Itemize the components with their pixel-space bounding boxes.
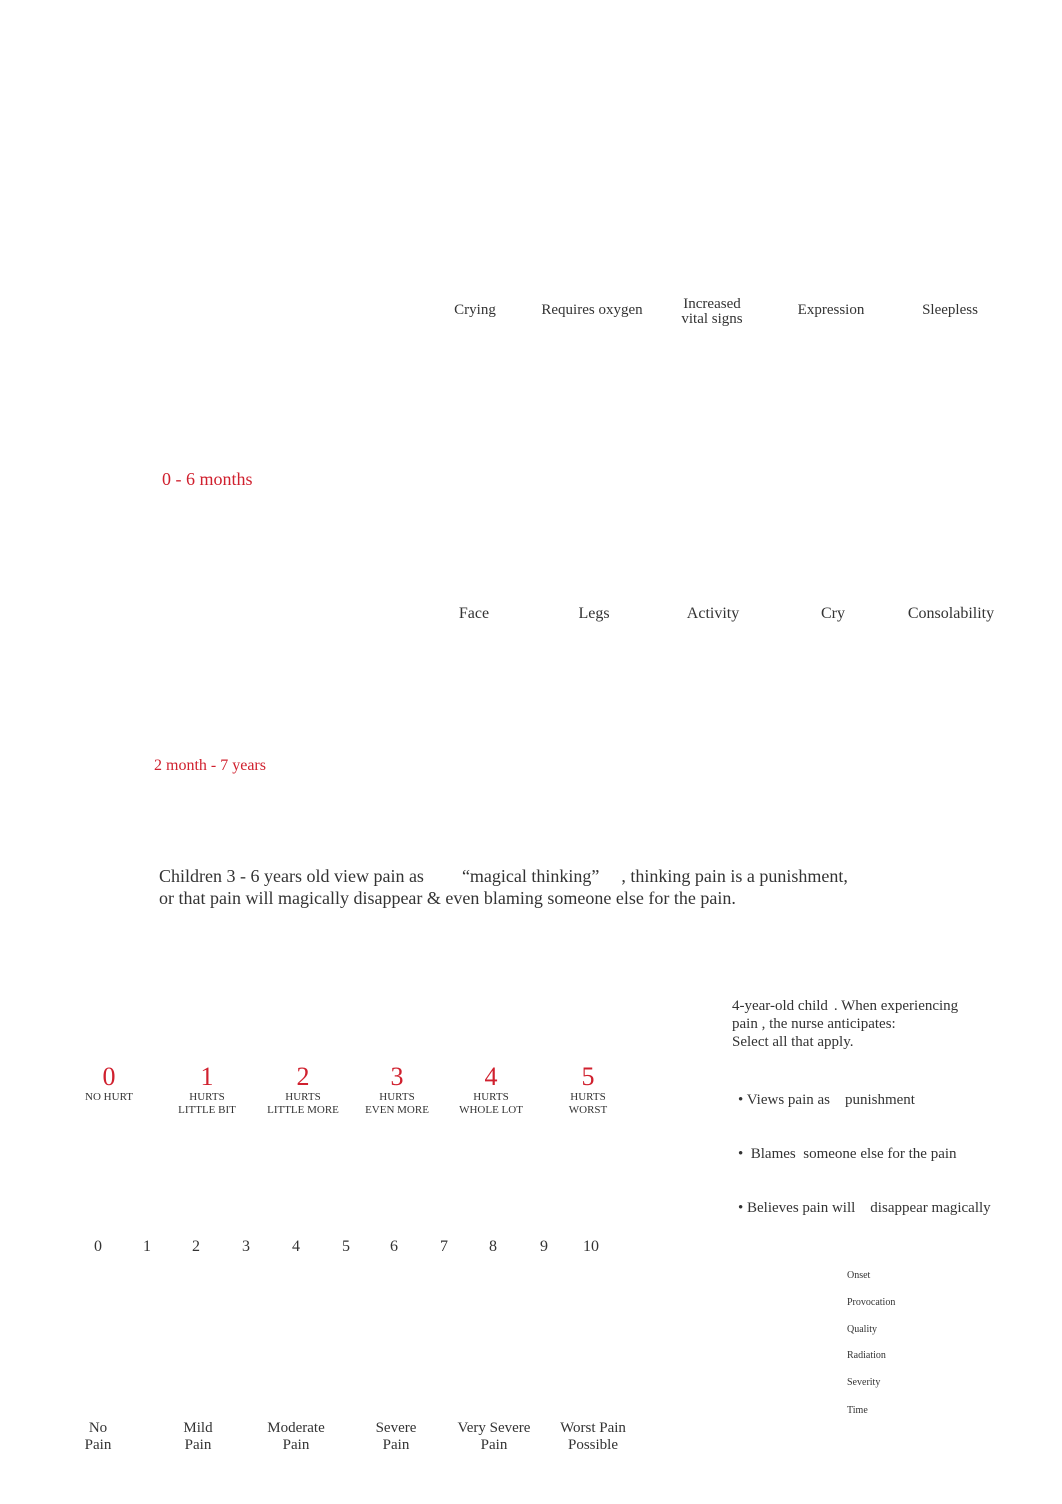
- pain-label: No Pain: [85, 1420, 112, 1454]
- scale-number: 9: [540, 1238, 548, 1255]
- indicator-legs: Legs: [578, 605, 610, 622]
- scale-number: 3: [390, 1062, 404, 1091]
- text: Moderate: [267, 1420, 325, 1436]
- scale-caption: LITTLE BIT: [178, 1104, 236, 1116]
- pain-label: Severe Pain: [376, 1420, 417, 1454]
- scale-caption: EVEN MORE: [365, 1104, 429, 1116]
- scale-number: 6: [390, 1238, 398, 1255]
- scale-caption: NO HURT: [85, 1091, 133, 1103]
- indicator-increased-vital-signs: Increased vital signs: [681, 296, 743, 327]
- scale-number: 5: [342, 1238, 350, 1255]
- magical-thinking-text: Children 3 - 6 years old view pain as “ma…: [159, 865, 848, 909]
- text: No: [88, 1420, 108, 1436]
- text: Children 3 - 6 years old view pain as: [159, 866, 424, 886]
- indicator-expression: Expression: [797, 302, 865, 318]
- text: Mild: [183, 1420, 213, 1436]
- scale-caption: LITTLE MORE: [267, 1104, 339, 1116]
- indicator-cry: Cry: [821, 605, 845, 622]
- text: 4-year-old child: [732, 998, 828, 1014]
- scale-item: 3 HURTS EVEN MORE: [365, 1063, 429, 1117]
- indicator-consolability: Consolability: [907, 605, 995, 622]
- option: • Views pain as punishment: [738, 1092, 915, 1108]
- scale-number: 5: [581, 1062, 595, 1091]
- indicator-sleepless: Sleepless: [922, 302, 978, 318]
- pain-label: Worst Pain Possible: [560, 1420, 626, 1454]
- age-label-2-month-7-years: 2 month - 7 years: [154, 757, 266, 774]
- scale-caption: HURTS: [285, 1091, 321, 1103]
- scale-caption: WORST: [568, 1104, 608, 1116]
- scale-item: 2 HURTS LITTLE MORE: [267, 1063, 339, 1117]
- text: Pain: [282, 1437, 310, 1453]
- opqrst-item: Severity: [847, 1377, 881, 1388]
- option: • Believes pain will disappear magically: [738, 1200, 991, 1216]
- scale-item: 1 HURTS LITTLE BIT: [178, 1063, 236, 1117]
- indicator-activity: Activity: [686, 605, 740, 622]
- text: Worst Pain: [560, 1420, 626, 1436]
- opqrst-item: Time: [847, 1405, 868, 1416]
- scale-number: 0: [102, 1062, 116, 1091]
- scale-item: 4 HURTS WHOLE LOT: [459, 1063, 523, 1117]
- scale-number: 8: [489, 1238, 497, 1255]
- indicator-face: Face: [458, 605, 490, 622]
- scale-item: 5 HURTS WORST: [569, 1063, 608, 1117]
- scale-item: 0 NO HURT: [85, 1063, 133, 1104]
- text: Pain: [84, 1437, 112, 1453]
- text: Pain: [184, 1437, 212, 1453]
- text: Severe: [375, 1420, 417, 1436]
- text: , thinking pain is a punishment,: [621, 866, 848, 886]
- indicator-requires-oxygen: Requires oxygen: [541, 302, 643, 318]
- text: Very Severe: [457, 1420, 531, 1436]
- text: “magical thinking”: [461, 866, 600, 886]
- scale-caption: WHOLE LOT: [459, 1104, 523, 1116]
- scale-caption: HURTS: [379, 1091, 415, 1103]
- scale-number: 4: [484, 1062, 498, 1091]
- pain-label: Mild Pain: [183, 1420, 212, 1454]
- question-block: 4-year-old child . When experiencing pain…: [732, 997, 991, 1253]
- scale-number: 3: [242, 1238, 250, 1255]
- opqrst-item: Provocation: [847, 1297, 896, 1308]
- scale-caption: HURTS: [189, 1091, 225, 1103]
- scale-number: 1: [143, 1238, 151, 1255]
- text: Possible: [567, 1437, 618, 1453]
- scale-number: 1: [200, 1062, 214, 1091]
- scale-number: 2: [296, 1062, 310, 1091]
- scale-number: 10: [583, 1238, 599, 1255]
- scale-caption: HURTS: [473, 1091, 509, 1103]
- age-label-0-6-months: 0 - 6 months: [162, 469, 253, 489]
- scale-number: 0: [94, 1238, 102, 1255]
- opqrst-item: Quality: [847, 1324, 877, 1335]
- text: . When experiencing: [833, 998, 959, 1014]
- text: Pain: [382, 1437, 410, 1453]
- scale-number: 4: [292, 1238, 300, 1255]
- text: Pain: [480, 1437, 508, 1453]
- pain-label: Very Severe Pain: [458, 1420, 531, 1454]
- scale-number: 7: [440, 1238, 448, 1255]
- opqrst-item: Radiation: [847, 1350, 886, 1361]
- document-page: Crying Requires oxygen Increased vital s…: [0, 0, 1062, 1504]
- scale-number: 2: [192, 1238, 200, 1255]
- indicator-crying: Crying: [454, 302, 496, 318]
- opqrst-item: Onset: [847, 1270, 871, 1281]
- text: or that pain will magically disappear & …: [159, 888, 736, 908]
- option: • Blames someone else for the pain: [738, 1146, 957, 1162]
- pain-label: Moderate Pain: [267, 1420, 324, 1454]
- text: pain , the nurse anticipates:: [732, 1016, 896, 1032]
- text: Select all that apply.: [732, 1034, 854, 1050]
- scale-caption: HURTS: [570, 1091, 606, 1103]
